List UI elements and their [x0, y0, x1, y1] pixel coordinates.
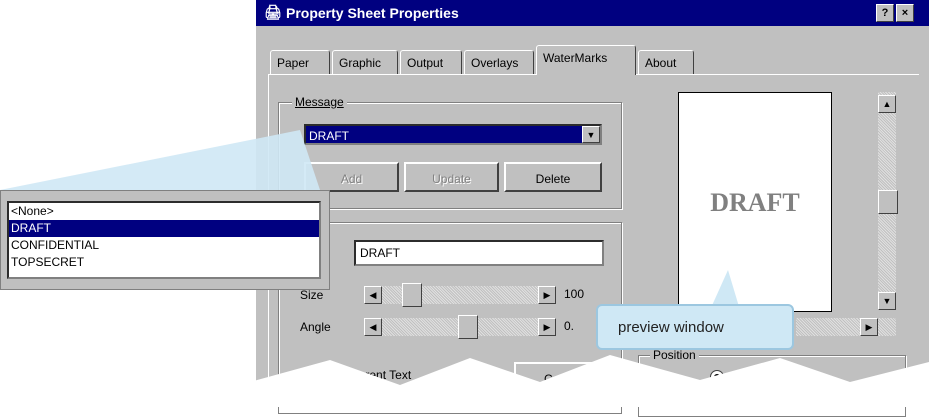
- tab-paper[interactable]: Paper: [270, 50, 330, 74]
- message-listbox[interactable]: <None> DRAFT CONFIDENTIAL TOPSECRET: [7, 201, 321, 279]
- list-item[interactable]: TOPSECRET: [9, 254, 319, 271]
- angle-slider-thumb[interactable]: [458, 315, 478, 339]
- help-button[interactable]: ?: [876, 4, 894, 22]
- tab-about[interactable]: About: [638, 50, 694, 74]
- watermark-text-input[interactable]: DRAFT: [354, 240, 604, 266]
- size-slider[interactable]: [364, 286, 554, 304]
- tab-graphic[interactable]: Graphic: [332, 50, 398, 74]
- left-arrow-icon[interactable]: ◀: [364, 318, 382, 336]
- up-arrow-icon[interactable]: ▲: [878, 95, 896, 113]
- vertical-scrollbar-thumb[interactable]: [878, 190, 898, 214]
- right-arrow-icon[interactable]: ▶: [538, 286, 556, 304]
- list-item[interactable]: <None>: [9, 203, 319, 220]
- close-button[interactable]: ×: [896, 4, 914, 22]
- size-value: 100: [564, 287, 585, 301]
- right-arrow-icon[interactable]: ▶: [860, 318, 878, 336]
- size-slider-thumb[interactable]: [402, 283, 422, 307]
- update-button[interactable]: Update: [404, 162, 499, 192]
- horizontal-scrollbar[interactable]: [796, 318, 896, 336]
- message-dropdown-popup: <None> DRAFT CONFIDENTIAL TOPSECRET: [0, 190, 330, 290]
- angle-label: Angle: [300, 320, 331, 334]
- torn-edge: [250, 355, 929, 407]
- angle-value: 0.: [564, 319, 575, 333]
- message-combobox[interactable]: DRAFT: [304, 124, 602, 145]
- title-bar[interactable]: 🖨 Property Sheet Properties ? ×: [256, 0, 929, 26]
- tab-watermarks[interactable]: WaterMarks: [536, 45, 636, 75]
- tab-output[interactable]: Output: [400, 50, 462, 74]
- left-arrow-icon[interactable]: ◀: [364, 286, 382, 304]
- printer-icon: 🖨: [264, 4, 282, 20]
- list-item[interactable]: CONFIDENTIAL: [9, 237, 319, 254]
- list-item[interactable]: DRAFT: [9, 220, 319, 237]
- window-title: Property Sheet Properties: [286, 5, 459, 21]
- right-arrow-icon[interactable]: ▶: [538, 318, 556, 336]
- chevron-down-icon[interactable]: ▼: [582, 126, 600, 143]
- preview-watermark: DRAFT: [710, 188, 800, 217]
- tab-overlays[interactable]: Overlays: [464, 50, 534, 74]
- zoom-callout-wedge: [0, 130, 320, 190]
- down-arrow-icon[interactable]: ▼: [878, 292, 896, 310]
- message-label: Message: [292, 95, 347, 109]
- size-label: Size: [300, 288, 324, 302]
- delete-button[interactable]: Delete: [504, 162, 602, 192]
